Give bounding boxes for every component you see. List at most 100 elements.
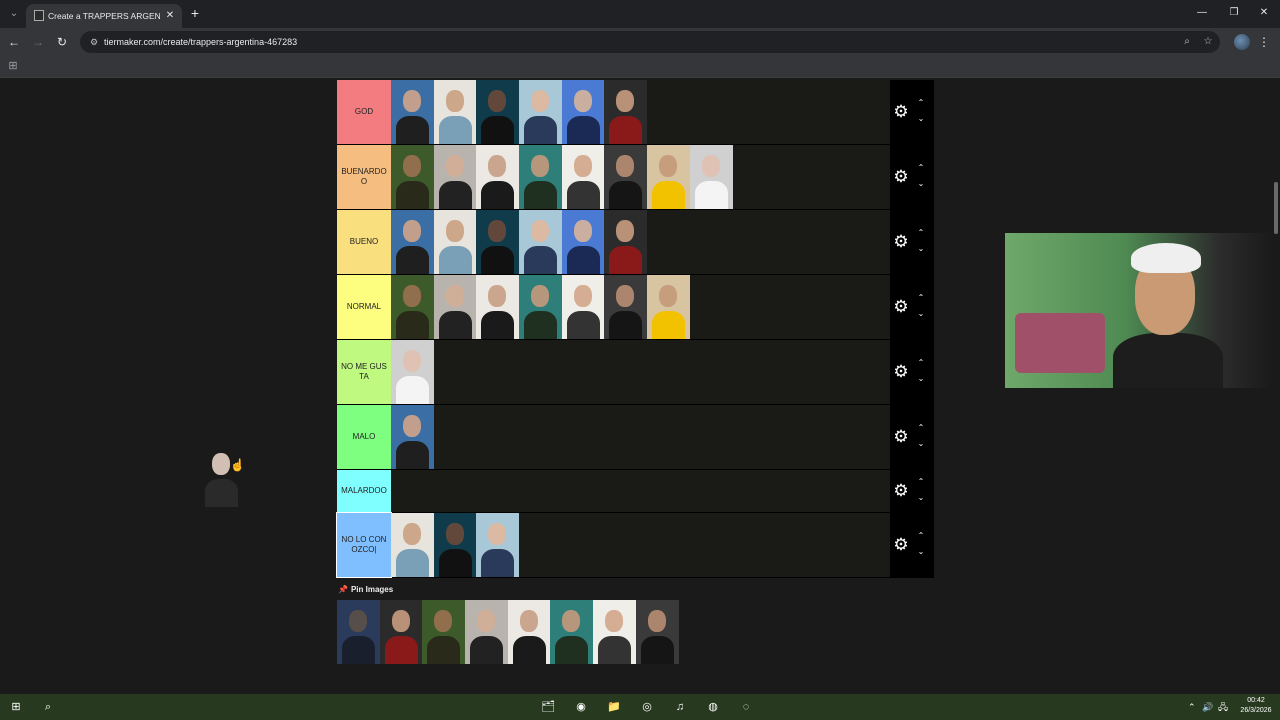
tier-image[interactable] — [433, 513, 477, 577]
browser-tab[interactable]: Create a TRAPPERS ARGENTINA ✕ — [26, 4, 182, 28]
tier-settings-gear-icon[interactable]: ⚙ — [892, 536, 910, 554]
move-tier-down-icon[interactable]: ⌄ — [916, 310, 926, 318]
tier-label[interactable]: NO LO CONOZCO| — [336, 512, 392, 578]
forward-button[interactable]: → — [30, 34, 46, 50]
tier-settings-gear-icon[interactable]: ⚙ — [892, 103, 910, 121]
tier-image[interactable] — [647, 275, 690, 339]
tier-image[interactable] — [561, 275, 605, 339]
tier-label[interactable]: GOD — [337, 80, 391, 144]
tier-image[interactable] — [391, 405, 434, 469]
move-tier-up-icon[interactable]: ⌃ — [916, 164, 926, 172]
tier-image[interactable] — [391, 275, 434, 339]
taskbar-obs-icon[interactable]: ◌ — [738, 699, 754, 715]
tier-image[interactable] — [519, 80, 562, 144]
tier-settings-gear-icon[interactable]: ⚙ — [892, 233, 910, 251]
tier-image[interactable] — [561, 80, 605, 144]
tier-image[interactable] — [391, 210, 434, 274]
tier-image[interactable] — [476, 513, 520, 577]
tier-image[interactable] — [604, 145, 648, 209]
taskbar-explorer-icon[interactable]: 📁 — [606, 699, 622, 715]
pool-image[interactable] — [550, 600, 594, 664]
tier-image[interactable] — [519, 210, 562, 274]
taskbar-clock[interactable]: 00:42 26/3/2026 — [1234, 696, 1278, 716]
tier-image[interactable] — [433, 80, 477, 144]
tier-image[interactable] — [433, 275, 477, 339]
tier-image[interactable] — [689, 145, 733, 209]
tier-items[interactable] — [391, 513, 890, 577]
tab-search-icon[interactable]: ⌄ — [6, 6, 22, 22]
tier-image[interactable] — [391, 145, 434, 209]
reload-button[interactable]: ↻ — [54, 34, 70, 50]
pool-image[interactable] — [593, 600, 636, 664]
tier-label[interactable]: MALARDOO — [337, 470, 391, 512]
tier-settings-gear-icon[interactable]: ⚙ — [892, 363, 910, 381]
pool-image[interactable] — [507, 600, 551, 664]
taskbar-discord-icon[interactable]: ◎ — [639, 699, 655, 715]
tier-items[interactable] — [391, 80, 890, 144]
tier-image[interactable] — [519, 275, 562, 339]
move-tier-down-icon[interactable]: ⌄ — [916, 375, 926, 383]
minimize-button[interactable]: — — [1194, 6, 1210, 20]
tier-items[interactable] — [391, 145, 890, 209]
tier-image[interactable] — [604, 80, 648, 144]
move-tier-up-icon[interactable]: ⌃ — [916, 532, 926, 540]
address-bar[interactable]: ⚙ tiermaker.com/create/trappers-argentin… — [80, 31, 1220, 53]
move-tier-up-icon[interactable]: ⌃ — [916, 229, 926, 237]
windows-start-icon[interactable]: ⊞ — [8, 699, 24, 715]
vertical-scrollbar[interactable] — [1272, 78, 1280, 690]
tray-caret-icon[interactable]: ⌃ — [1188, 700, 1196, 714]
pool-image[interactable] — [379, 600, 423, 664]
taskbar-spotify-icon[interactable]: ♫ — [672, 699, 688, 715]
tier-label[interactable]: NO ME GUSTA — [337, 340, 391, 404]
tier-items[interactable] — [391, 470, 890, 512]
back-button[interactable]: ← — [6, 34, 22, 50]
tab-close-icon[interactable]: ✕ — [164, 9, 176, 23]
tier-items[interactable] — [391, 210, 890, 274]
move-tier-up-icon[interactable]: ⌃ — [916, 478, 926, 486]
taskbar-store-icon[interactable]: 🗂 — [540, 699, 556, 715]
tier-image[interactable] — [476, 80, 520, 144]
tier-image[interactable] — [561, 145, 605, 209]
close-window-button[interactable]: ✕ — [1256, 6, 1272, 20]
site-info-icon[interactable]: ⚙ — [88, 36, 100, 48]
move-tier-down-icon[interactable]: ⌄ — [916, 245, 926, 253]
tier-image[interactable] — [433, 145, 477, 209]
apps-grid-icon[interactable]: ⊞ — [7, 60, 19, 72]
move-tier-down-icon[interactable]: ⌄ — [916, 115, 926, 123]
tier-image[interactable] — [391, 340, 434, 404]
profile-avatar[interactable] — [1234, 34, 1250, 50]
new-tab-button[interactable]: + — [188, 6, 202, 20]
tier-image[interactable] — [476, 145, 520, 209]
move-tier-down-icon[interactable]: ⌄ — [916, 494, 926, 502]
tier-image[interactable] — [519, 145, 562, 209]
move-tier-down-icon[interactable]: ⌄ — [916, 548, 926, 556]
tier-settings-gear-icon[interactable]: ⚙ — [892, 298, 910, 316]
tier-image[interactable] — [476, 210, 520, 274]
taskbar-chrome-icon[interactable]: ◍ — [705, 699, 721, 715]
tier-label[interactable]: MALO — [337, 405, 391, 469]
move-tier-up-icon[interactable]: ⌃ — [916, 99, 926, 107]
tier-image[interactable] — [604, 210, 648, 274]
search-icon[interactable]: ⌕ — [40, 699, 56, 715]
tier-items[interactable] — [391, 405, 890, 469]
scrollbar-thumb[interactable] — [1274, 182, 1278, 234]
tier-items[interactable] — [391, 275, 890, 339]
tier-settings-gear-icon[interactable]: ⚙ — [892, 428, 910, 446]
pool-image[interactable] — [465, 600, 508, 664]
tier-label[interactable]: BUENO — [337, 210, 391, 274]
dragged-image[interactable] — [200, 443, 243, 507]
bookmark-star-icon[interactable]: ☆ — [1201, 35, 1215, 49]
pool-image[interactable] — [422, 600, 466, 664]
tier-image[interactable] — [561, 210, 605, 274]
move-tier-down-icon[interactable]: ⌄ — [916, 180, 926, 188]
tier-image[interactable] — [391, 513, 434, 577]
zoom-icon[interactable]: ⌕ — [1180, 35, 1194, 49]
tier-image[interactable] — [647, 145, 690, 209]
pool-image[interactable] — [337, 600, 380, 664]
restore-button[interactable]: ❐ — [1226, 6, 1242, 20]
taskbar-edge-icon[interactable]: ◉ — [573, 699, 589, 715]
tier-image[interactable] — [476, 275, 520, 339]
tier-settings-gear-icon[interactable]: ⚙ — [892, 168, 910, 186]
tier-image[interactable] — [433, 210, 477, 274]
pool-image[interactable] — [635, 600, 679, 664]
